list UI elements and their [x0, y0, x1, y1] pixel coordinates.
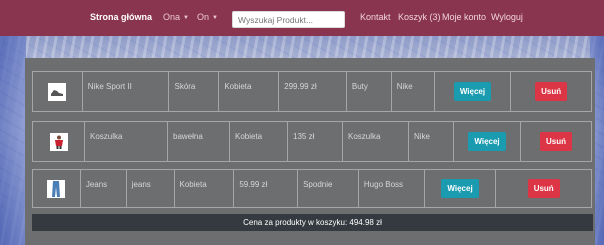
contact-link[interactable]: Kontakt — [360, 12, 391, 22]
product-gender: Kobieta — [219, 72, 280, 111]
shoe-icon — [51, 89, 64, 96]
more-cell: Więcej — [435, 72, 512, 111]
product-price: 135 zł — [288, 122, 343, 161]
tshirt-thumbnail[interactable] — [49, 132, 68, 151]
product-material: jeans — [127, 170, 175, 207]
cart-link[interactable]: Koszyk (3) — [398, 12, 441, 22]
more-button[interactable]: Więcej — [453, 82, 492, 101]
caret-down-icon: ▼ — [212, 15, 218, 21]
cart-total-text: Cena za produkty w koszyku: 494.98 zł — [243, 218, 382, 227]
remove-button[interactable]: Usuń — [535, 82, 568, 101]
background-edge-left — [0, 36, 26, 245]
remove-button[interactable]: Usuń — [527, 179, 560, 198]
more-button[interactable]: Więcej — [468, 132, 506, 151]
home-link[interactable]: Strona główna — [90, 12, 152, 22]
remove-cell: Usuń — [511, 72, 591, 111]
product-brand: Hugo Boss — [359, 170, 425, 207]
jeans-thumbnail[interactable] — [47, 179, 66, 198]
product-name: Koszulka — [85, 122, 168, 161]
product-material: Skóra — [169, 72, 220, 111]
navbar: Strona główna Ona▼ On▼ Kontakt Koszyk (3… — [0, 0, 604, 36]
shoe-thumbnail[interactable] — [48, 82, 67, 101]
product-category: Buty — [347, 72, 392, 111]
cart-row: Nike Sport II Skóra Kobieta 299.99 zł Bu… — [32, 71, 592, 112]
product-price: 59.99 zł — [234, 170, 299, 207]
men-dropdown-label: On — [197, 12, 210, 22]
product-brand: Nike — [409, 122, 454, 161]
product-material: bawełna — [168, 122, 230, 161]
product-image-cell — [33, 72, 83, 111]
more-cell: Więcej — [454, 122, 521, 161]
women-dropdown[interactable]: Ona ▼ — [163, 12, 189, 22]
product-brand: Nike — [392, 72, 435, 111]
caret-down-icon: ▼ — [183, 15, 189, 21]
product-name: Jeans — [81, 170, 127, 207]
account-link[interactable]: Moje konto — [442, 12, 486, 22]
search-input[interactable] — [232, 11, 345, 28]
more-cell: Więcej — [425, 170, 497, 207]
product-category: Koszulka — [343, 122, 409, 161]
cart-row: Jeans jeans Kobieta 59.99 zł Spodnie Hug… — [32, 169, 592, 208]
product-image-cell — [33, 170, 81, 207]
remove-button[interactable]: Usuń — [540, 132, 572, 151]
more-button[interactable]: Więcej — [441, 179, 479, 198]
men-dropdown[interactable]: On ▼ — [197, 12, 218, 22]
remove-cell: Usuń — [496, 170, 591, 207]
product-price: 299.99 zł — [279, 72, 347, 111]
cart-total-bar: Cena za produkty w koszyku: 494.98 zł — [32, 214, 593, 231]
product-gender: Kobieta — [175, 170, 235, 207]
tshirt-icon — [54, 135, 63, 149]
product-gender: Kobieta — [230, 122, 288, 161]
logout-link[interactable]: Wyloguj — [491, 12, 523, 22]
product-image-cell — [33, 122, 85, 161]
jeans-icon — [52, 180, 61, 197]
women-dropdown-label: Ona — [163, 12, 181, 22]
cart-row: Koszulka bawełna Kobieta 135 zł Koszulka… — [32, 121, 592, 162]
remove-cell: Usuń — [521, 122, 591, 161]
product-category: Spodnie — [298, 170, 359, 207]
product-name: Nike Sport II — [83, 72, 170, 111]
